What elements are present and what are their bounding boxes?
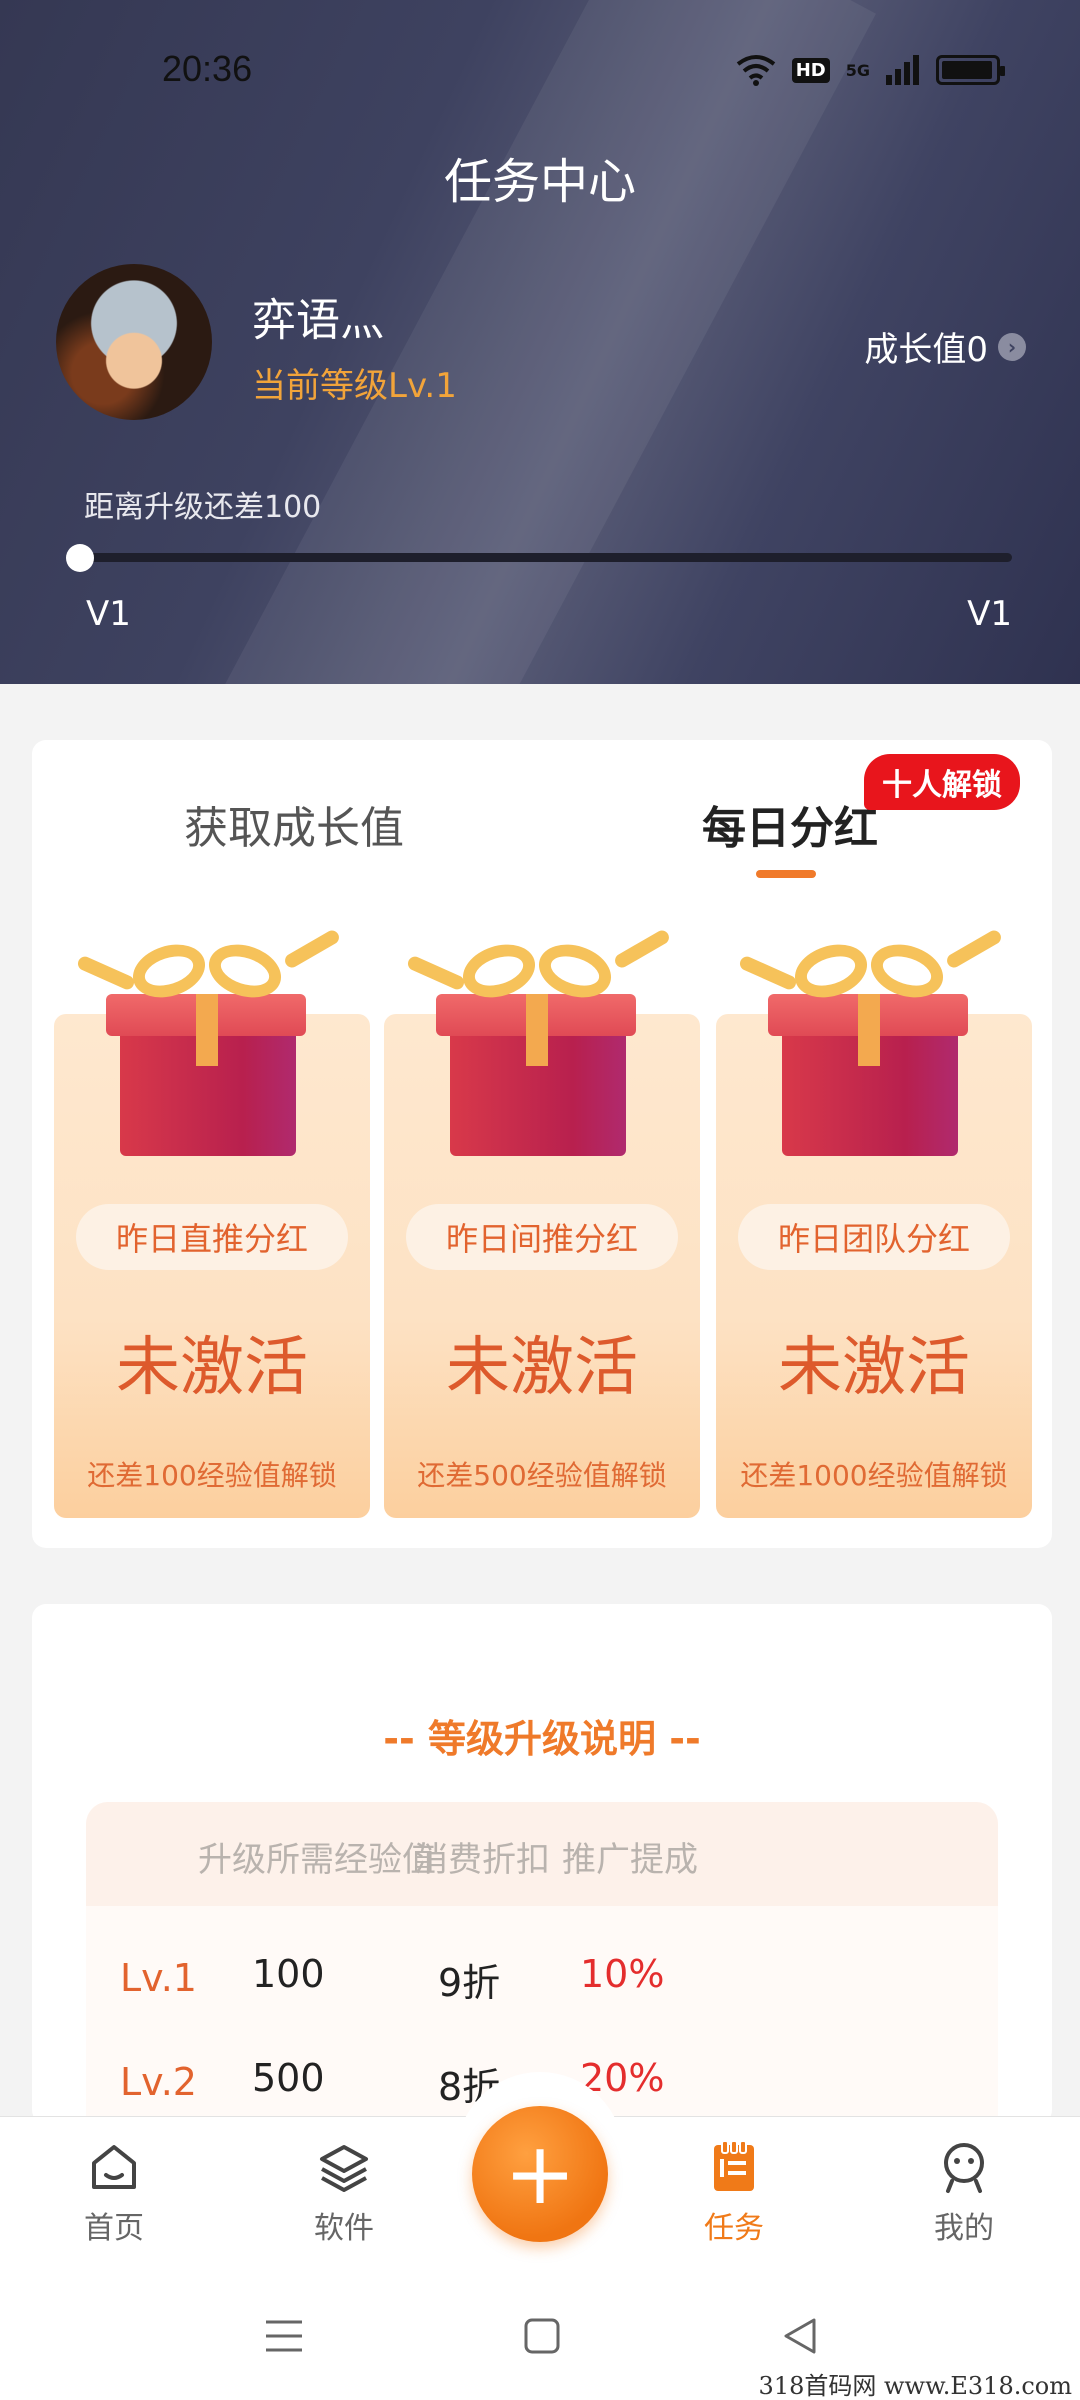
- gift-hint: 还差100经验值解锁: [87, 1459, 337, 1492]
- gift-box-icon: [734, 926, 1014, 1166]
- unlock-badge: 十人解锁: [864, 754, 1020, 810]
- status-bar: 20:36 HD 5G: [0, 48, 1080, 98]
- menu-icon[interactable]: [262, 2314, 306, 2358]
- tab-daily-dividend[interactable]: 每日分红: [702, 792, 878, 856]
- username: 弈语灬: [252, 295, 384, 346]
- row-discount: 9折: [438, 1961, 501, 2005]
- level-end-label: V1: [967, 594, 1012, 634]
- hd-badge: HD: [791, 57, 830, 83]
- nav-label: 我的: [934, 2211, 994, 2246]
- nav-item-software[interactable]: 软件: [264, 2139, 424, 2247]
- gift-box-icon: [402, 926, 682, 1166]
- level-progress-track: [80, 553, 1012, 562]
- gift-box-icon: [72, 926, 352, 1166]
- row-commission: 10%: [580, 1952, 665, 1996]
- home-icon: [92, 2145, 136, 2189]
- watermark: 318首码网 www.E318.com: [758, 2372, 1072, 2400]
- header-commission: 推广提成: [562, 1840, 698, 1880]
- table-header: 升级所需经验值 消费折扣 推广提成: [86, 1802, 998, 1906]
- current-level: 当前等级Lv.1: [252, 366, 457, 406]
- gift-label: 昨日团队分红: [738, 1204, 1010, 1270]
- nav-item-mine[interactable]: 我的: [884, 2139, 1044, 2247]
- avatar[interactable]: [56, 264, 212, 420]
- level-start-label: V1: [86, 594, 131, 634]
- signal-icon: [886, 55, 919, 85]
- upgrade-hint: 距离升级还差100: [84, 490, 322, 525]
- level-progress-thumb: [66, 544, 94, 572]
- nav-label: 软件: [314, 2211, 374, 2246]
- back-icon[interactable]: [778, 2314, 822, 2358]
- growth-value-label: 成长值0: [864, 330, 988, 370]
- row-level: Lv.1: [120, 1956, 197, 2000]
- status-icons: HD 5G: [736, 54, 1005, 86]
- battery-icon: [936, 55, 1005, 85]
- gift-label: 昨日间推分红: [406, 1204, 678, 1270]
- layers-icon: [320, 2145, 368, 2192]
- page-title: 任务中心: [443, 154, 636, 210]
- row-level: Lv.2: [120, 2060, 197, 2104]
- row-exp: 100: [252, 1952, 325, 1996]
- add-button[interactable]: +: [472, 2106, 608, 2242]
- gift-label: 昨日直推分红: [76, 1204, 348, 1270]
- tab-get-growth[interactable]: 获取成长值: [184, 792, 404, 856]
- nav-item-home[interactable]: 首页: [34, 2139, 194, 2247]
- task-icon: [714, 2140, 754, 2191]
- nav-label: 首页: [84, 2211, 144, 2246]
- gift-status: 未激活: [446, 1331, 638, 1405]
- profile-icon: [944, 2143, 984, 2193]
- row-exp: 500: [252, 2056, 325, 2100]
- nav-item-task[interactable]: 任务: [654, 2139, 814, 2247]
- gift-status: 未激活: [778, 1331, 970, 1405]
- section-title: -- 等级升级说明 --: [383, 1717, 701, 1761]
- gift-hint: 还差500经验值解锁: [417, 1459, 667, 1492]
- dividend-card: 获取成长值 每日分红 十人解锁 昨日直推分红 未激活 还差100经验值解锁 昨日…: [32, 740, 1052, 1548]
- gift-hint: 还差1000经验值解锁: [740, 1459, 1008, 1492]
- header-exp: 升级所需经验值: [198, 1840, 436, 1880]
- nav-label: 任务: [704, 2211, 764, 2246]
- active-tab-indicator: [756, 870, 816, 878]
- growth-value-link[interactable]: 成长值0 ›: [864, 322, 1026, 371]
- chevron-right-icon: ›: [998, 332, 1026, 361]
- network-type: 5G: [845, 60, 870, 80]
- status-time: 20:36: [162, 48, 253, 89]
- gift-status: 未激活: [116, 1331, 308, 1405]
- wifi-icon: [736, 55, 775, 86]
- home-square-icon[interactable]: [520, 2314, 564, 2358]
- header-discount: 消费折扣: [414, 1840, 550, 1880]
- level-info-card: -- 等级升级说明 -- 升级所需经验值 消费折扣 推广提成 Lv.1 100 …: [32, 1604, 1052, 2124]
